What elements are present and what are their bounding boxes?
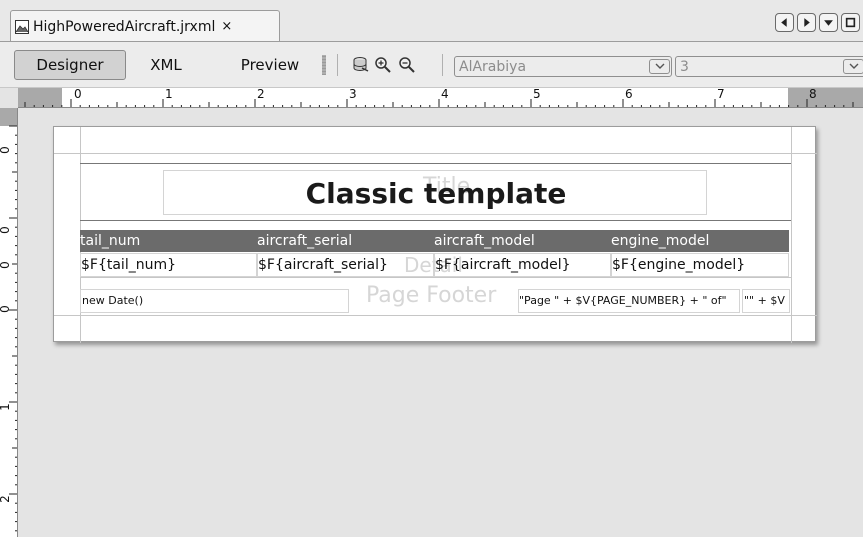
scroll-left-icon[interactable] <box>775 13 794 32</box>
ruler-number: 2 <box>0 495 12 503</box>
font-name-value: AlArabiya <box>459 59 527 75</box>
ruler-ticks <box>9 125 17 532</box>
detail-field-engine-model[interactable]: $F{engine_model} <box>611 253 789 277</box>
page-footer-date-field[interactable]: new Date() <box>80 289 349 313</box>
column-header-aircraft-serial[interactable]: aircraft_serial <box>257 230 434 252</box>
column-header-engine-model[interactable]: engine_model <box>611 230 789 252</box>
ruler-number: 0 <box>0 261 12 269</box>
ruler-number: 6 <box>625 88 633 101</box>
preview-tab-button[interactable]: Preview <box>226 50 314 80</box>
ruler-number: 0 <box>0 146 12 154</box>
report-page[interactable]: Title Classic template tail_num aircraft… <box>53 126 817 343</box>
detail-field-aircraft-model[interactable]: $F{aircraft_model} <box>434 253 611 277</box>
zoom-in-icon[interactable] <box>374 56 392 74</box>
ruler-corner <box>0 88 18 108</box>
page-footer-total-pages-field[interactable]: "" + $V <box>742 289 790 313</box>
ruler-number: 3 <box>349 88 357 101</box>
column-header-tail-num[interactable]: tail_num <box>80 230 257 252</box>
ruler-number: 8 <box>809 88 817 101</box>
right-margin-guide <box>791 127 792 343</box>
tab-title: HighPoweredAircraft.jrxml <box>33 18 216 35</box>
designer-tab-button[interactable]: Designer <box>14 50 126 80</box>
tab-close-button[interactable]: × <box>221 19 232 34</box>
page-footer-page-number-field[interactable]: "Page " + $V{PAGE_NUMBER} + " of" <box>518 289 740 313</box>
ruler-number: 0 <box>0 226 12 234</box>
ruler-number: 1 <box>165 88 173 101</box>
band-separator <box>80 277 791 278</box>
file-tab[interactable]: HighPoweredAircraft.jrxml × <box>10 10 280 42</box>
page-footer-band-label: Page Footer <box>366 283 497 308</box>
band-separator <box>80 163 791 164</box>
xml-tab-button[interactable]: XML <box>136 50 196 80</box>
report-file-icon <box>15 19 29 34</box>
design-canvas[interactable]: Title Classic template tail_num aircraft… <box>18 108 863 537</box>
toolbar-separator <box>337 54 338 76</box>
horizontal-ruler: 0 1 2 3 4 5 6 7 8 <box>18 88 863 108</box>
ruler-number: 0 <box>0 305 12 313</box>
scroll-right-icon[interactable] <box>797 13 816 32</box>
ruler-number: 0 <box>74 88 82 101</box>
report-title: Classic template <box>305 177 567 210</box>
font-size-select[interactable]: 3 <box>675 56 863 77</box>
title-static-text[interactable]: Classic template <box>163 170 707 215</box>
detail-field-aircraft-serial[interactable]: $F{aircraft_serial} <box>257 253 434 277</box>
ruler-number: 2 <box>257 88 265 101</box>
tab-navigation <box>775 13 863 32</box>
editor-tab-bar: HighPoweredAircraft.jrxml × <box>0 0 863 42</box>
designer-toolbar: Designer XML Preview AlArabiya 3 <box>0 42 863 88</box>
column-header-band[interactable]: tail_num aircraft_serial aircraft_model … <box>80 230 789 252</box>
chevron-down-icon[interactable] <box>843 59 863 74</box>
tab-list-icon[interactable] <box>819 13 838 32</box>
chevron-down-icon[interactable] <box>649 59 670 74</box>
ruler-number: 5 <box>533 88 541 101</box>
detail-field-tail-num[interactable]: $F{tail_num} <box>80 253 257 277</box>
ruler-number: 4 <box>441 88 449 101</box>
top-margin-guide <box>54 153 817 154</box>
ruler-number: 7 <box>717 88 725 101</box>
ruler-number: 1 <box>0 403 12 411</box>
bottom-margin-guide <box>54 315 817 316</box>
vertical-ruler: 0 0 0 0 1 2 <box>0 108 18 537</box>
column-header-aircraft-model[interactable]: aircraft_model <box>434 230 611 252</box>
toolbar-grip <box>322 55 326 75</box>
maximize-icon[interactable] <box>841 13 860 32</box>
toolbar-separator <box>442 54 443 76</box>
font-name-select[interactable]: AlArabiya <box>454 56 672 77</box>
band-separator <box>80 220 791 221</box>
font-size-value: 3 <box>680 59 689 75</box>
database-icon[interactable] <box>352 56 370 74</box>
zoom-out-icon[interactable] <box>398 56 416 74</box>
